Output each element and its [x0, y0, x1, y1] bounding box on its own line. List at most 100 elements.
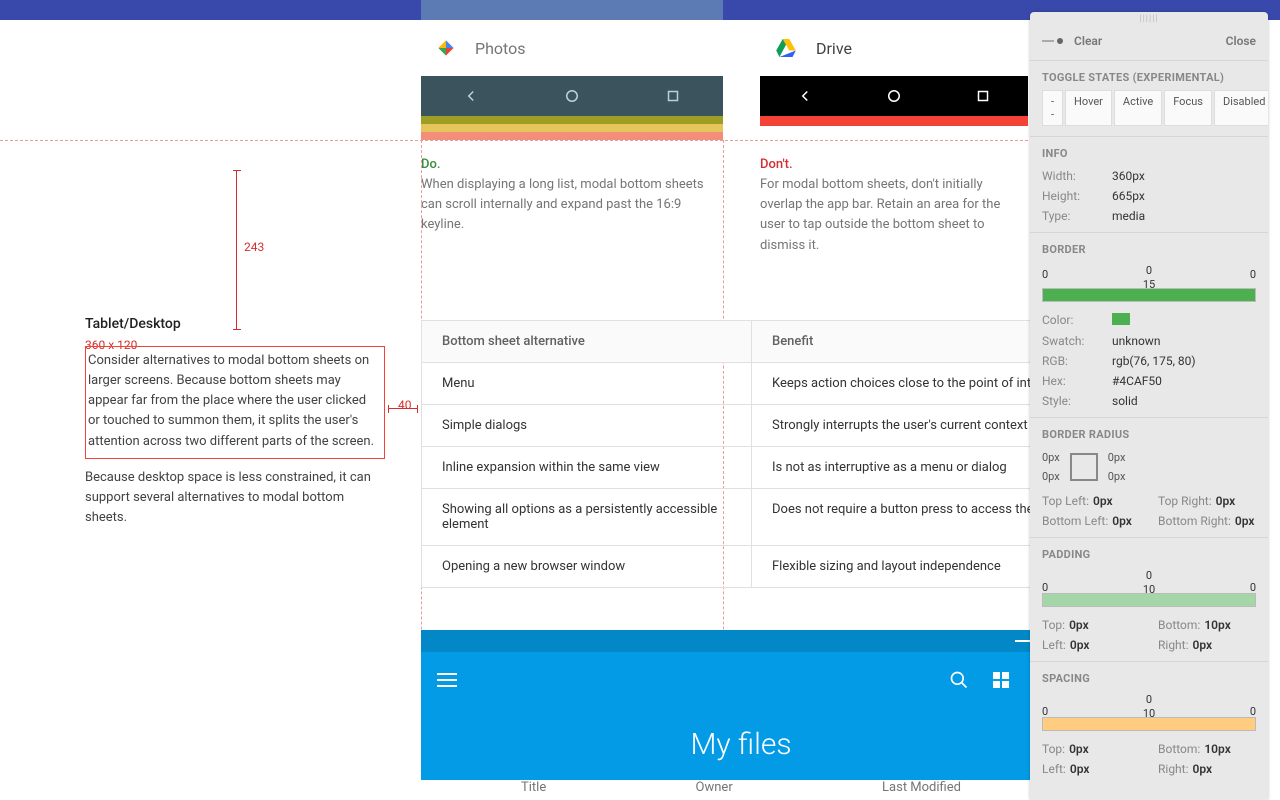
radius-diagram: 0px0px 0px0px [1030, 447, 1268, 491]
td: Strongly interrupts the user's current c… [752, 405, 1048, 446]
table-row: Menu Keeps action choices close to the p… [422, 362, 1120, 404]
td: Does not require a button press to acces… [752, 489, 1065, 545]
drive-icon [776, 39, 796, 57]
app-topbar-overlay [421, 0, 723, 20]
clear-button[interactable]: Clear [1074, 34, 1102, 48]
view-grid-icon [993, 672, 1009, 688]
td: Simple dialogs [422, 405, 752, 446]
col-owner: Owner [696, 780, 733, 800]
home-icon [563, 87, 581, 105]
border-hex: Hex:#4CAF50 [1030, 371, 1268, 391]
measure-v: 243 [244, 240, 264, 254]
dont-label: Don't. [760, 155, 1028, 175]
td: Menu [422, 363, 752, 404]
spacing-row-2: Left:0px Right:0px [1030, 759, 1268, 779]
section-heading: Tablet/Desktop [85, 316, 181, 332]
col-title: Title [521, 780, 546, 800]
radius-bottom-row: Bottom Left:0px Bottom Right:0px [1030, 511, 1268, 531]
border-diagram: 0 0 0 15 [1042, 268, 1256, 306]
search-icon [949, 670, 969, 690]
table-row: Simple dialogs Strongly interrupts the u… [422, 404, 1120, 446]
back-icon [796, 87, 814, 105]
radius-top-row: Top Left:0px Top Right:0px [1030, 491, 1268, 511]
alternatives-table: Bottom sheet alternative Benefit Menu Ke… [421, 320, 1121, 588]
table-row: Showing all options as a persistently ac… [422, 488, 1120, 545]
info-height: Height:665px [1030, 186, 1268, 206]
drive-title: Drive [816, 39, 852, 58]
guide-h [0, 140, 1028, 141]
tablet-window-chrome [421, 630, 1061, 652]
paragraph: Because desktop space is less constraine… [85, 468, 385, 528]
inspector-panel[interactable]: |||||| Clear Close TOGGLE STATES (EXPERI… [1030, 12, 1268, 800]
info-type: Type:media [1030, 206, 1268, 226]
tablet-table-head: Title Owner Last Modified [421, 780, 1061, 800]
drive-navbar [760, 76, 1028, 116]
measure-h: 40 [398, 398, 412, 412]
col-modified: Last Modified [882, 780, 961, 800]
dont-caption: Don't. For modal bottom sheets, don't in… [760, 155, 1028, 256]
do-text: When displaying a long list, modal botto… [421, 175, 721, 235]
do-caption: Do. When displaying a long list, modal b… [421, 155, 721, 236]
drag-grip[interactable]: |||||| [1030, 12, 1268, 26]
border-color: Color: [1030, 310, 1268, 331]
mock-phone-drive: Drive [760, 20, 1028, 126]
td: Flexible sizing and layout independence [752, 546, 1021, 587]
border-heading: BORDER [1030, 233, 1268, 262]
stripe [421, 132, 723, 140]
td: Inline expansion within the same view [422, 447, 752, 488]
td: Opening a new browser window [422, 546, 752, 587]
opacity-slider[interactable] [1042, 38, 1064, 44]
dont-text: For modal bottom sheets, don't initially… [760, 175, 1028, 256]
minimize-icon [1015, 640, 1031, 642]
toggle-states-heading: TOGGLE STATES (EXPERIMENTAL) [1030, 61, 1268, 90]
do-label: Do. [421, 155, 721, 175]
photos-title: Photos [475, 39, 526, 58]
state-toggle-row: -- Hover Active Focus Disabled [1030, 90, 1268, 136]
padding-row-2: Left:0px Right:0px [1030, 635, 1268, 655]
drive-header: Drive [760, 20, 1028, 76]
back-icon [462, 87, 480, 105]
selected-paragraph[interactable]: Consider alternatives to modal bottom sh… [85, 346, 385, 459]
state-hover-button[interactable]: Hover [1065, 90, 1112, 126]
spacing-heading: SPACING [1030, 662, 1268, 691]
photos-icon [437, 39, 455, 57]
mock-phone-photos: Photos [421, 20, 723, 140]
tablet-appbar [421, 652, 1061, 708]
th-alternative: Bottom sheet alternative [422, 321, 752, 362]
measure-bracket-v [236, 170, 237, 330]
border-style: Style:solid [1030, 391, 1268, 411]
mock-tablet: My files Title Owner Last Modified [421, 630, 1061, 800]
radius-square-icon [1070, 453, 1098, 481]
state-disabled-button[interactable]: Disabled [1214, 90, 1268, 126]
td: Showing all options as a persistently ac… [422, 489, 752, 545]
recent-icon [974, 87, 992, 105]
table-header-row: Bottom sheet alternative Benefit [422, 321, 1120, 362]
spacing-diagram: 0 0 0 10 [1042, 697, 1256, 735]
info-width: Width:360px [1030, 166, 1268, 186]
color-swatch [1112, 313, 1130, 325]
home-icon [885, 87, 903, 105]
info-heading: INFO [1030, 137, 1268, 166]
menu-icon [437, 673, 457, 687]
photos-header: Photos [421, 20, 723, 76]
th-benefit: Benefit [752, 321, 833, 362]
close-button[interactable]: Close [1226, 34, 1256, 48]
padding-heading: PADDING [1030, 538, 1268, 567]
stripe [421, 124, 723, 132]
tablet-title: My files [421, 708, 1061, 780]
state-focus-button[interactable]: Focus [1164, 90, 1212, 126]
photos-navbar [421, 76, 723, 116]
state-active-button[interactable]: Active [1114, 90, 1162, 126]
red-stripe [760, 116, 1028, 126]
stripe [421, 116, 723, 124]
td: Is not as interruptive as a menu or dial… [752, 447, 1027, 488]
padding-diagram: 0 0 0 10 [1042, 573, 1256, 611]
border-swatch: Swatch:unknown [1030, 331, 1268, 351]
table-row: Opening a new browser window Flexible si… [422, 545, 1120, 587]
radius-heading: BORDER RADIUS [1030, 418, 1268, 447]
spacing-row-1: Top:0px Bottom:10px [1030, 739, 1268, 759]
padding-row-1: Top:0px Bottom:10px [1030, 615, 1268, 635]
state-none-button[interactable]: -- [1042, 90, 1063, 126]
table-row: Inline expansion within the same view Is… [422, 446, 1120, 488]
recent-icon [664, 87, 682, 105]
